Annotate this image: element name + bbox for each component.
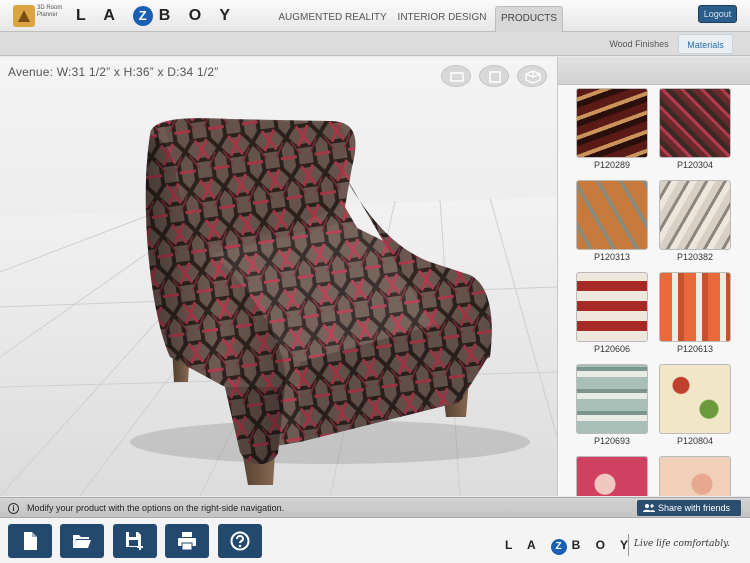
help-icon (230, 531, 250, 551)
open-folder-icon (73, 535, 91, 548)
bottom-toolbar: L A Z B O Y Live life comfortably. (0, 518, 750, 563)
footer-divider (628, 534, 629, 556)
material-swatch-item[interactable]: P120693 (576, 364, 648, 446)
friends-icon (643, 504, 655, 512)
brand-tagline: Live life comfortably. (634, 539, 730, 549)
view-controls (441, 65, 547, 87)
info-icon: i (8, 503, 19, 514)
room-planner-label: 3D Room Planner (37, 5, 63, 18)
share-with-friends-button[interactable]: Share with friends (637, 500, 741, 516)
material-swatch-image (576, 364, 648, 434)
print-icon (178, 532, 196, 551)
material-code: P120613 (676, 344, 714, 354)
floor-backdrop (0, 118, 557, 496)
footer-brand-post: B O Y (571, 538, 635, 552)
material-swatch-image (659, 88, 731, 158)
tab-interior-design[interactable]: INTERIOR DESIGN (392, 6, 492, 32)
material-swatch-item[interactable]: P120804 (659, 364, 731, 446)
material-swatch-image (659, 272, 731, 342)
perspective-view-icon (525, 70, 541, 84)
footer-brand-pre: L A (505, 538, 542, 552)
product-dimensions: Avenue: W:31 1/2” x H:36” x D:34 1/2” (8, 65, 219, 79)
material-swatch-item[interactable]: P120313 (576, 180, 648, 262)
help-button[interactable] (218, 524, 262, 558)
material-code: P120606 (593, 344, 631, 354)
material-swatch-image (576, 456, 648, 496)
material-swatch-image (576, 88, 648, 158)
material-code: P120304 (676, 160, 714, 170)
app-window: 3D Room Planner L A Z B O Y AUGMENTED REA… (0, 0, 750, 563)
front-view-button[interactable] (441, 65, 471, 87)
open-project-button[interactable] (60, 524, 104, 558)
material-swatch-image (659, 456, 731, 496)
material-code: P120693 (593, 436, 631, 446)
material-swatch-image (576, 272, 648, 342)
perspective-view-button[interactable] (517, 65, 547, 87)
material-swatch-image (576, 180, 648, 250)
footer-lazboy-logo: L A ZB O Y (505, 538, 634, 555)
subtab-materials[interactable]: Materials (678, 34, 733, 54)
print-button[interactable] (165, 524, 209, 558)
share-label: Share with friends (658, 503, 731, 513)
top-view-icon (489, 71, 501, 83)
material-swatch-item[interactable]: P120304 (659, 88, 731, 170)
material-code: P120804 (676, 436, 714, 446)
materials-panel: P120289 P120304 P120313 P120382 P120606 P1206… (557, 57, 750, 496)
save-add-icon (126, 532, 143, 550)
lazboy-logo: L A ZB O Y (76, 6, 237, 26)
top-view-button[interactable] (479, 65, 509, 87)
brand-z-mark: Z (132, 6, 153, 26)
logout-button[interactable]: Logout (698, 5, 737, 23)
tab-augmented-reality[interactable]: AUGMENTED REALITY (277, 6, 388, 32)
material-code: P120382 (676, 252, 714, 262)
material-swatch-item[interactable]: P120382 (659, 180, 731, 262)
material-swatch-image (659, 364, 731, 434)
footer-brand-z: Z (550, 539, 567, 555)
product-3d-viewport[interactable]: Avenue: W:31 1/2” x H:36” x D:34 1/2” (0, 57, 557, 496)
material-code: P120313 (593, 252, 631, 262)
material-swatch-item[interactable] (576, 456, 648, 496)
brand-text-post: B O Y (158, 7, 238, 24)
new-project-button[interactable] (8, 524, 52, 558)
top-bar: 3D Room Planner L A Z B O Y AUGMENTED REA… (0, 0, 750, 32)
save-project-button[interactable] (113, 524, 157, 558)
materials-panel-header (558, 57, 750, 85)
status-message: Modify your product with the options on … (27, 503, 285, 513)
material-swatch-image (659, 180, 731, 250)
tab-products[interactable]: PRODUCTS (495, 6, 563, 32)
new-file-icon (24, 532, 37, 550)
brand-text-pre: L A (76, 7, 122, 24)
material-swatch-item[interactable]: P120289 (576, 88, 648, 170)
material-swatch-item[interactable]: P120613 (659, 272, 731, 354)
material-swatch-item[interactable]: P120606 (576, 272, 648, 354)
material-code: P120289 (593, 160, 631, 170)
subtab-wood-finishes[interactable]: Wood Finishes (604, 34, 674, 54)
room-planner-logo[interactable]: 3D Room Planner (13, 4, 63, 28)
material-swatch-item[interactable] (659, 456, 731, 496)
status-bar: i Modify your product with the options o… (0, 497, 750, 518)
sub-navigation: Wood Finishes Materials (0, 32, 750, 56)
front-view-icon (450, 72, 464, 82)
room-planner-icon (13, 5, 35, 27)
